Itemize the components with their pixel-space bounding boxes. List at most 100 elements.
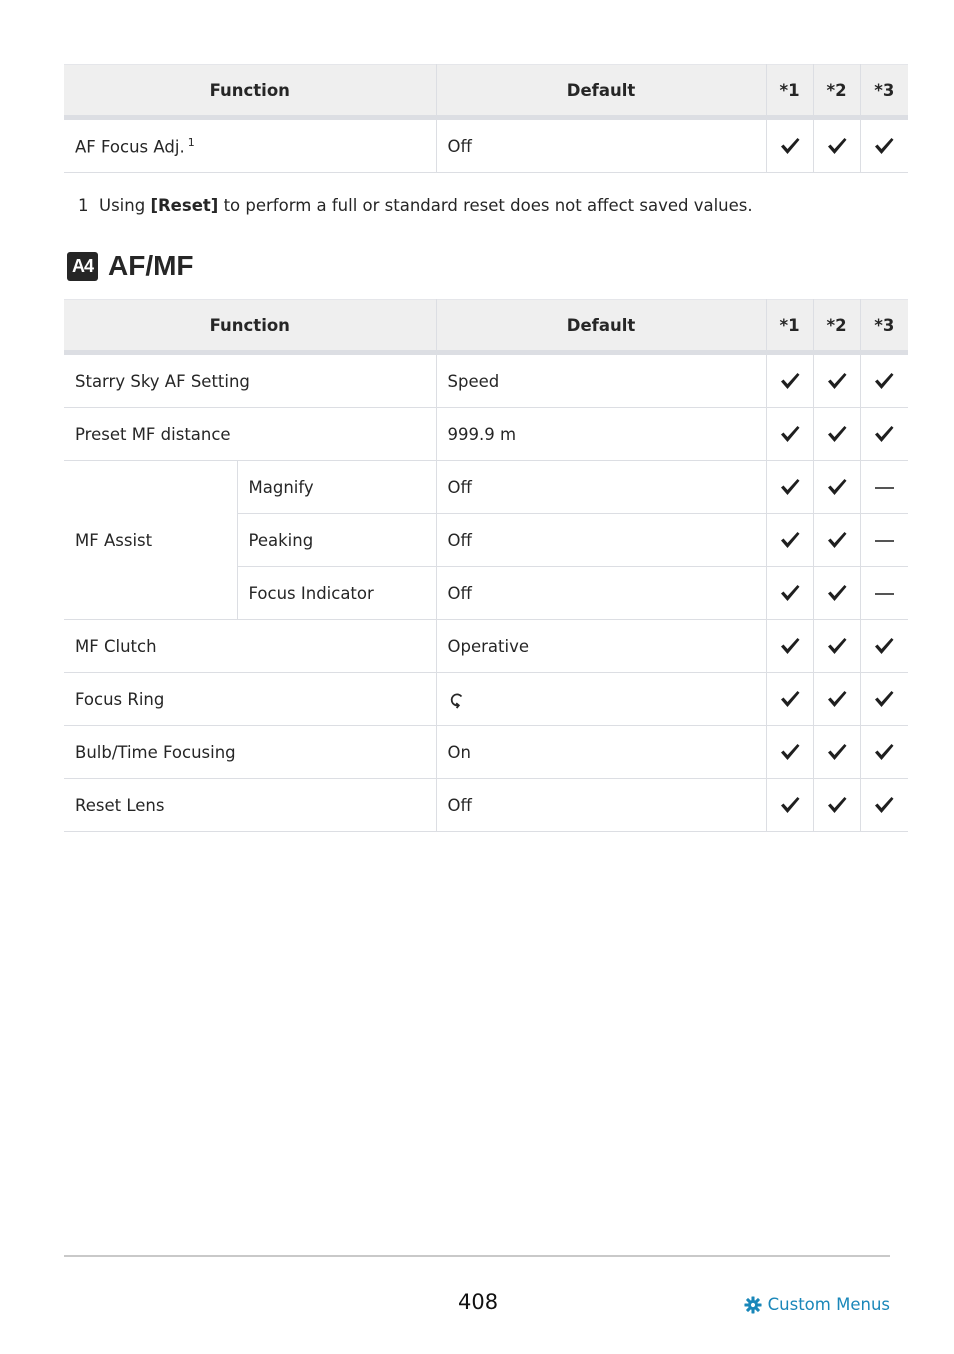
header-col-2: *2 — [812, 64, 861, 120]
check-icon — [875, 373, 894, 390]
mark-cell — [859, 672, 909, 726]
mark-cell — [859, 513, 909, 567]
custom-menus-link-label[interactable]: Custom Menus — [768, 1295, 890, 1314]
mark-cell — [765, 407, 814, 461]
gear-icon — [744, 1295, 762, 1314]
default-cell: On — [435, 725, 767, 779]
mark-cell — [812, 460, 861, 514]
mark-cell — [765, 117, 814, 173]
table-row: Bulb/Time Focusing On — [64, 725, 909, 779]
mark-cell — [812, 566, 861, 620]
table-row: AF Focus Adj. 1 Off — [64, 117, 908, 173]
mark-cell — [859, 407, 909, 461]
check-icon — [780, 744, 800, 761]
clockwise-rotation-icon — [450, 693, 462, 709]
check-icon — [780, 691, 800, 708]
check-icon — [780, 638, 800, 655]
default-cell: Off — [435, 513, 767, 567]
header-col-1: *1 — [765, 64, 814, 120]
mark-cell — [765, 725, 814, 779]
mark-cell — [812, 117, 861, 173]
header-default: Default — [435, 64, 767, 120]
default-cell: Off — [435, 778, 767, 832]
mark-cell — [859, 566, 909, 620]
check-icon — [780, 479, 800, 496]
default-cell: Off — [435, 566, 767, 620]
header-col-2: *2 — [812, 299, 861, 355]
mark-cell — [765, 352, 814, 408]
page-number: 408 — [458, 1290, 499, 1314]
mark-cell — [812, 778, 861, 832]
custom-menus-link[interactable]: Custom Menus — [744, 1295, 890, 1314]
check-icon — [875, 426, 894, 443]
footer-divider — [64, 1255, 890, 1257]
function-cell: Reset Lens — [64, 778, 437, 832]
table-row: MF Clutch Operative — [64, 619, 909, 673]
table-row: Reset Lens Off — [64, 778, 909, 832]
default-cell: Operative — [435, 619, 767, 673]
function-cell: Starry Sky AF Setting — [64, 352, 437, 408]
mark-cell — [812, 513, 861, 567]
check-icon — [875, 638, 894, 655]
default-cell: 999.9 m — [435, 407, 767, 461]
mark-cell — [859, 725, 909, 779]
function-cell: MF Clutch — [64, 619, 437, 673]
check-icon — [780, 138, 799, 155]
table-row: MF Assist Magnify Off — [64, 460, 909, 620]
mark-cell — [812, 619, 861, 673]
check-icon — [875, 138, 894, 155]
check-icon — [875, 797, 894, 814]
default-cell — [435, 672, 767, 726]
function-name: AF Focus Adj. — [75, 137, 185, 157]
mark-cell — [812, 352, 861, 408]
check-icon — [827, 138, 846, 155]
mark-cell — [812, 725, 861, 779]
check-icon — [780, 585, 800, 602]
header-col-3: *3 — [859, 299, 909, 355]
mark-cell — [859, 619, 909, 673]
function-cell: Preset MF distance — [64, 407, 437, 461]
table-header-row: Function Default *1 *2 *3 — [64, 64, 908, 120]
check-icon — [875, 744, 894, 761]
check-icon — [875, 691, 894, 708]
af-mf-table: Function Default *1 *2 *3 Starry Sky AF … — [64, 299, 909, 832]
header-default: Default — [435, 299, 767, 355]
default-cell: Speed — [435, 352, 767, 408]
default-cell: Off — [435, 117, 767, 173]
function-cell: Focus Ring — [64, 672, 437, 726]
check-icon — [827, 744, 847, 761]
check-icon — [827, 532, 847, 549]
mark-cell — [812, 407, 861, 461]
mark-cell — [765, 513, 814, 567]
function-cell: AF Focus Adj. 1 — [64, 117, 437, 173]
mark-cell — [765, 566, 814, 620]
mark-cell — [859, 460, 909, 514]
mark-cell — [765, 672, 814, 726]
table-row: Focus Ring — [64, 672, 909, 726]
footnote-bold: [Reset] — [150, 196, 219, 215]
check-icon — [827, 479, 847, 496]
mark-cell — [859, 352, 909, 408]
footnote-ref: 1 — [187, 135, 195, 149]
default-cell: Off — [435, 460, 767, 514]
mark-cell — [765, 619, 814, 673]
group-cell: MF Assist — [64, 460, 238, 620]
check-icon — [780, 373, 800, 390]
table-row: Starry Sky AF Setting Speed — [64, 352, 909, 408]
header-col-1: *1 — [765, 299, 814, 355]
function-cell: Bulb/Time Focusing — [64, 725, 437, 779]
check-icon — [827, 638, 847, 655]
check-icon — [780, 532, 800, 549]
sub-function-cell: Focus Indicator — [237, 566, 437, 620]
mark-cell — [859, 117, 908, 173]
check-icon — [827, 585, 847, 602]
footnote-number: 1 — [78, 196, 89, 215]
mark-cell — [812, 672, 861, 726]
footnote-text-after: to perform a full or standard reset does… — [218, 196, 753, 215]
dash-icon — [874, 540, 894, 542]
check-icon — [827, 373, 847, 390]
section-title: AF/MF — [108, 250, 194, 281]
sub-function-cell: Peaking — [237, 513, 437, 567]
mark-cell — [859, 778, 909, 832]
dash-icon — [874, 593, 894, 595]
